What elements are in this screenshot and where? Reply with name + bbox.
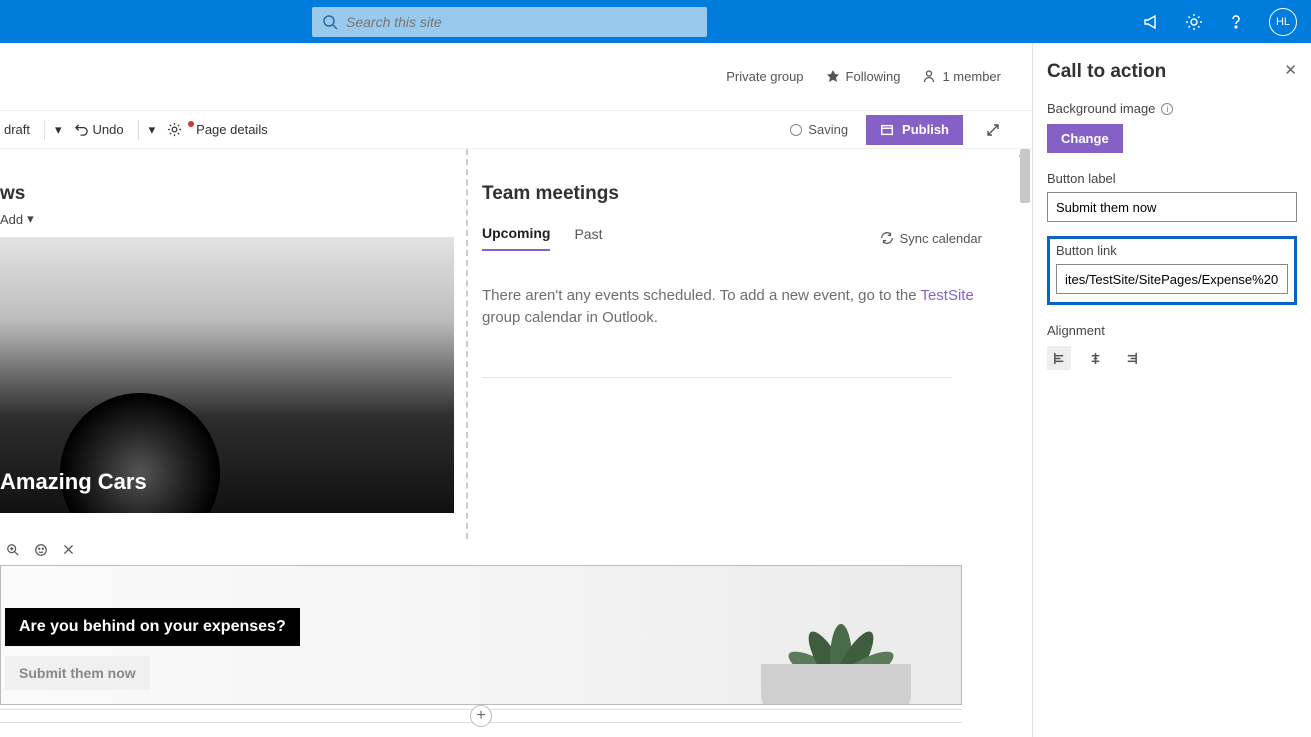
background-image-label: Background image i (1047, 101, 1297, 116)
property-pane: Call to action ✕ Background image i Chan… (1032, 43, 1311, 737)
news-webpart[interactable]: ws Add ▾ Amazing Cars (0, 149, 466, 539)
canvas-inner: ws Add ▾ Amazing Cars Team meetings Upco… (0, 149, 1010, 737)
events-empty-state: There aren't any events scheduled. To ad… (482, 285, 982, 329)
search-box[interactable] (312, 7, 707, 37)
separator (138, 120, 139, 140)
button-link-input[interactable] (1056, 264, 1288, 294)
close-icon[interactable]: ✕ (1284, 61, 1297, 79)
gear-small-icon (167, 122, 182, 137)
button-label-input[interactable] (1047, 192, 1297, 222)
megaphone-icon[interactable] (1143, 13, 1161, 31)
button-link-label: Button link (1056, 243, 1288, 258)
news-card[interactable]: Amazing Cars (0, 237, 454, 513)
search-input[interactable] (346, 14, 697, 30)
plus-icon[interactable]: + (470, 705, 492, 727)
draft-label: draft (4, 122, 30, 137)
vertical-scrollbar[interactable]: ▴ (1016, 149, 1032, 737)
events-tabs: Upcoming Past Sync calendar (482, 225, 982, 251)
two-column-section: ws Add ▾ Amazing Cars Team meetings Upco… (0, 149, 1010, 539)
group-type: Private group (726, 69, 803, 84)
draft-dropdown[interactable]: draft (0, 122, 34, 137)
members[interactable]: 1 member (922, 69, 1001, 84)
publish-label: Publish (902, 122, 949, 137)
avatar-initials: HL (1276, 16, 1290, 28)
align-center-button[interactable] (1083, 346, 1107, 370)
close-icon[interactable] (62, 543, 75, 557)
publish-button[interactable]: Publish (866, 115, 963, 145)
follow-toggle[interactable]: Following (826, 69, 901, 84)
notification-dot (188, 121, 194, 127)
webpart-toolbar (0, 539, 81, 561)
separator (44, 120, 45, 140)
chevron-down-icon[interactable]: ▾ (149, 122, 156, 138)
align-right-button[interactable] (1119, 346, 1143, 370)
add-section-bar[interactable]: + (0, 709, 962, 723)
publish-icon (880, 123, 894, 137)
chevron-down-icon: ▾ (27, 211, 34, 227)
car-image-placeholder (60, 393, 220, 513)
avatar[interactable]: HL (1269, 8, 1297, 36)
alignment-label: Alignment (1047, 323, 1297, 338)
saving-status: Saving (790, 122, 848, 137)
button-label-label: Button label (1047, 171, 1297, 186)
gear-icon[interactable] (1185, 13, 1203, 31)
tab-upcoming[interactable]: Upcoming (482, 225, 550, 251)
search-icon (322, 14, 338, 30)
events-heading: Team meetings (482, 183, 982, 205)
alignment-options (1047, 346, 1297, 370)
chevron-down-icon[interactable]: ▾ (55, 122, 62, 138)
news-add-label: Add (0, 212, 23, 227)
change-image-button[interactable]: Change (1047, 124, 1123, 153)
suite-actions: HL (1143, 8, 1297, 36)
follow-label: Following (846, 69, 901, 84)
news-add-button[interactable]: Add ▾ (0, 211, 466, 227)
editing-canvas: ws Add ▾ Amazing Cars Team meetings Upco… (0, 148, 1032, 737)
empty-prefix: There aren't any events scheduled. To ad… (482, 287, 920, 304)
cta-button[interactable]: Submit them now (5, 656, 150, 690)
undo-label: Undo (93, 122, 124, 137)
members-label: 1 member (942, 69, 1001, 84)
cta-headline[interactable]: Are you behind on your expenses? (5, 608, 300, 646)
saving-label: Saving (808, 122, 848, 137)
bg-label-text: Background image (1047, 101, 1155, 116)
page-details-button[interactable]: Page details (163, 122, 272, 137)
tab-past[interactable]: Past (574, 226, 602, 250)
empty-suffix: group calendar in Outlook. (482, 309, 658, 326)
news-heading: ws (0, 183, 466, 205)
refresh-icon (880, 231, 894, 245)
expand-icon[interactable] (985, 122, 1001, 138)
person-icon (922, 69, 936, 83)
sync-calendar-button[interactable]: Sync calendar (880, 231, 982, 246)
undo-icon (74, 122, 89, 137)
scroll-thumb[interactable] (1020, 149, 1030, 203)
star-icon (826, 69, 840, 83)
group-type-label: Private group (726, 69, 803, 84)
page-details-label: Page details (196, 122, 268, 137)
help-icon[interactable] (1227, 13, 1245, 31)
align-left-button[interactable] (1047, 346, 1071, 370)
button-link-group: Button link (1047, 236, 1297, 305)
emoji-icon[interactable] (34, 543, 48, 557)
suite-bar: HL (0, 0, 1311, 43)
property-pane-title: Call to action (1047, 61, 1297, 83)
zoom-in-icon[interactable] (6, 543, 20, 557)
undo-button[interactable]: Undo (70, 122, 128, 137)
events-webpart[interactable]: Team meetings Upcoming Past Sync calenda… (468, 149, 1010, 539)
cta-webpart[interactable]: Are you behind on your expenses? Submit … (0, 565, 962, 705)
sync-label: Sync calendar (900, 231, 982, 246)
testsite-link[interactable]: TestSite (920, 287, 973, 304)
events-divider (482, 377, 952, 378)
info-icon[interactable]: i (1161, 103, 1173, 115)
radio-unchecked-icon (790, 124, 802, 136)
news-card-title: Amazing Cars (0, 469, 147, 495)
